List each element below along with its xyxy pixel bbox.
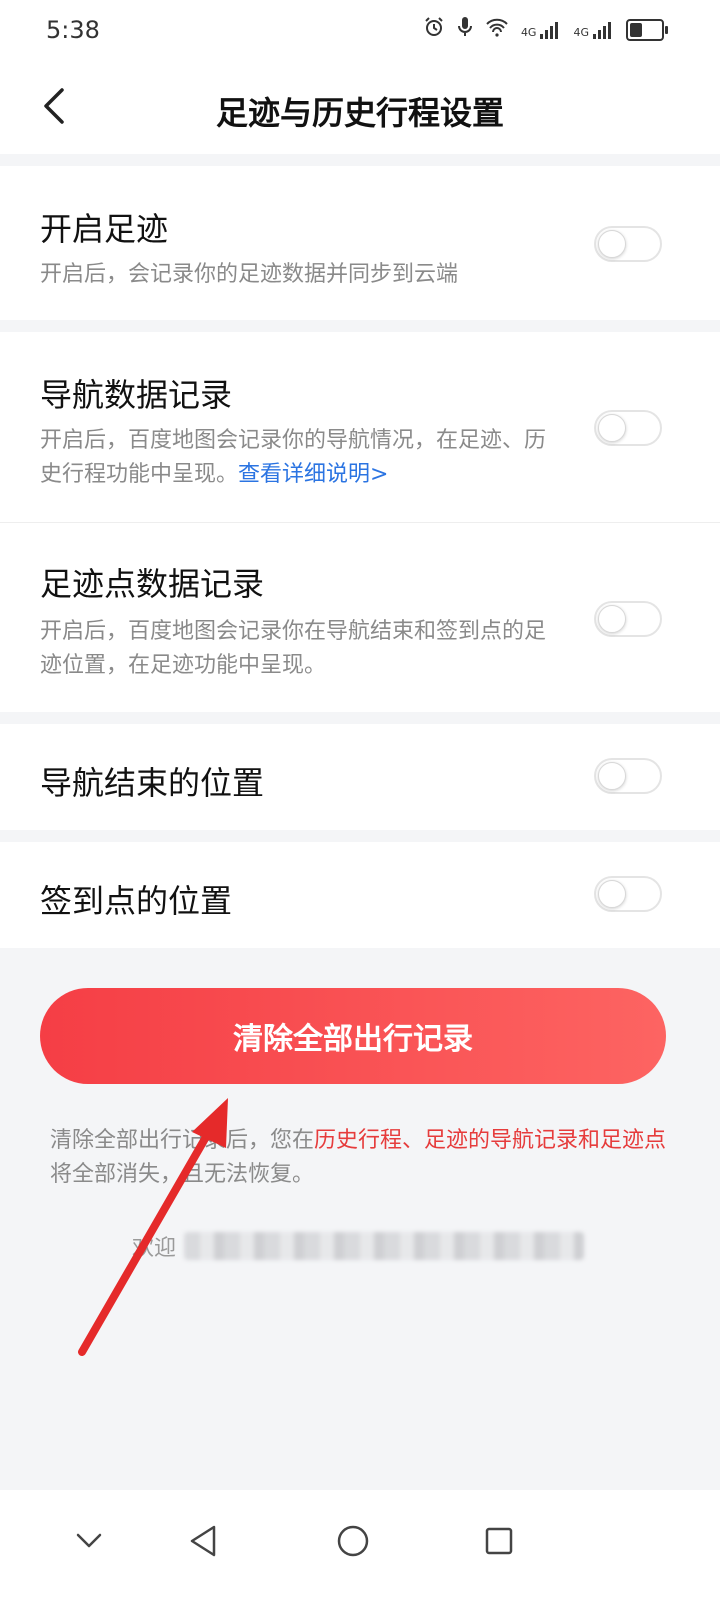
footprint-toggle[interactable] (594, 226, 662, 262)
setting-description: 开启后，百度地图会记录你的导航情况，在足迹、历史行程功能中呈现。查看详细说明> (40, 424, 560, 492)
status-time: 5:38 (46, 16, 100, 44)
toggle-knob (598, 762, 626, 790)
system-nav-bar (0, 1490, 720, 1600)
setting-title: 导航结束的位置 (40, 764, 265, 802)
toggle-knob (598, 880, 626, 908)
section-footprint: 开启足迹 开启后，会记录你的足迹数据并同步到云端 (0, 166, 720, 320)
page-header: 足迹与历史行程设置 (0, 64, 720, 154)
page-title: 足迹与历史行程设置 (215, 94, 504, 132)
checkin-location-toggle[interactable] (594, 876, 662, 912)
setting-title: 开启足迹 (40, 210, 169, 248)
nav-home-button[interactable] (318, 1508, 388, 1578)
setting-title: 导航数据记录 (40, 376, 233, 414)
cellular-signal-icon: 4G (521, 21, 562, 39)
setting-title: 足迹点数据记录 (40, 565, 265, 603)
setting-title: 签到点的位置 (40, 882, 233, 920)
wifi-icon (485, 17, 509, 42)
section-checkin-location: 签到点的位置 (0, 842, 720, 948)
section-nav-end-location: 导航结束的位置 (0, 724, 720, 830)
nav-recents-button[interactable] (464, 1508, 534, 1578)
setting-row-nav-end-location: 导航结束的位置 (0, 724, 720, 830)
notice-highlight: 历史行程、足迹的导航记录和足迹点 (314, 1128, 667, 1153)
toggle-knob (598, 605, 626, 633)
status-bar: 5:38 4G 4G (0, 0, 720, 64)
battery-level (630, 22, 642, 37)
footprint-points-toggle[interactable] (594, 601, 662, 637)
recents-square-icon (484, 1526, 514, 1560)
microphone-icon (457, 16, 473, 43)
chevron-down-icon (75, 1532, 103, 1554)
setting-description: 开启后，会记录你的足迹数据并同步到云端 (40, 262, 459, 287)
setting-row-navigation-data: 导航数据记录 开启后，百度地图会记录你的导航情况，在足迹、历史行程功能中呈现。查… (0, 332, 720, 522)
setting-row-footprint: 开启足迹 开启后，会记录你的足迹数据并同步到云端 (0, 166, 720, 320)
home-circle-icon (336, 1524, 370, 1562)
back-triangle-icon (188, 1524, 218, 1562)
setting-description: 开启后，百度地图会记录你在导航结束和签到点的足迹位置，在足迹功能中呈现。 (40, 619, 547, 678)
toggle-knob (598, 230, 626, 258)
section-data-records: 导航数据记录 开启后，百度地图会记录你的导航情况，在足迹、历史行程功能中呈现。查… (0, 332, 720, 712)
status-icons: 4G 4G (423, 16, 668, 43)
nav-back-button[interactable] (168, 1508, 238, 1578)
nav-end-location-toggle[interactable] (594, 758, 662, 794)
toggle-knob (598, 414, 626, 442)
setting-row-footprint-points: 足迹点数据记录 开启后，百度地图会记录你在导航结束和签到点的足迹位置，在足迹功能… (0, 523, 720, 712)
cellular-signal-icon-2: 4G (573, 21, 614, 39)
setting-row-checkin-location: 签到点的位置 (0, 842, 720, 948)
nav-hide-button[interactable] (54, 1508, 124, 1578)
annotation-arrow-icon (78, 1098, 228, 1356)
navigation-data-toggle[interactable] (594, 410, 662, 446)
clear-all-records-button[interactable]: 清除全部出行记录 (40, 988, 666, 1084)
alarm-icon (423, 16, 445, 43)
battery-icon (626, 18, 668, 41)
view-details-link[interactable]: 查看详细说明> (238, 462, 388, 487)
